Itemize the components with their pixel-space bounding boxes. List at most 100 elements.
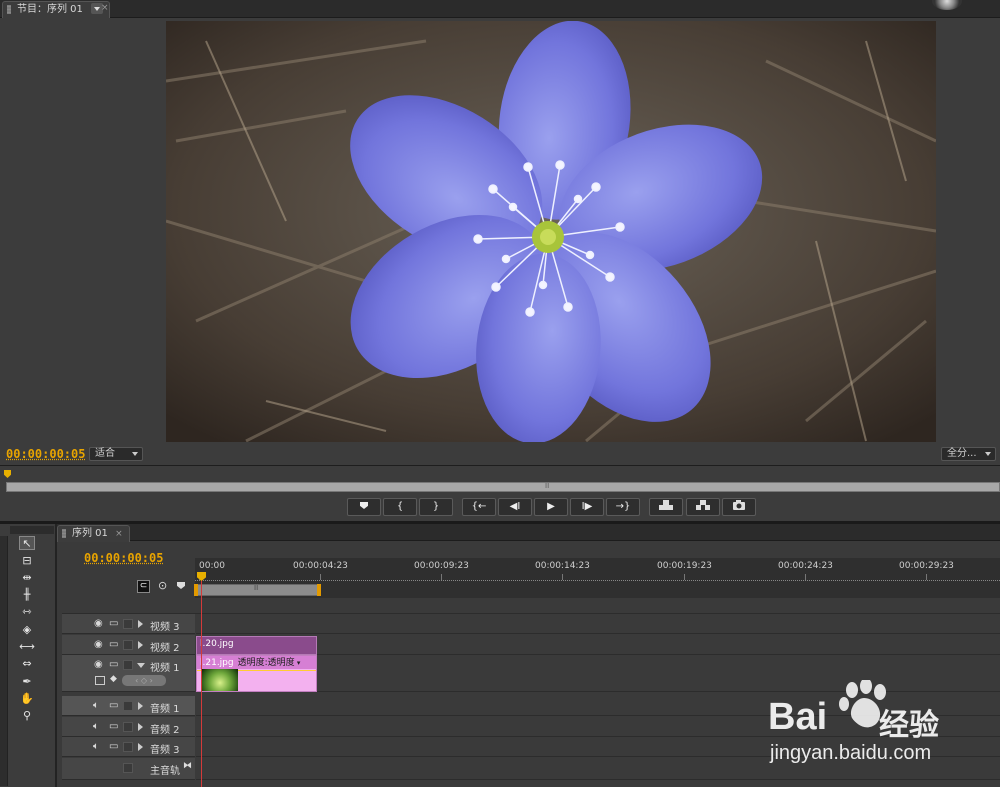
display-style-icon[interactable] [95,676,105,685]
lock-toggle[interactable] [123,742,133,752]
chevron-down-icon[interactable]: ▾ [295,659,301,667]
baidu-jingyan-watermark: Bai 经验 jingyan.baidu.com [766,678,996,770]
hand-tool-icon[interactable]: ✋ [19,692,35,706]
go-to-out-icon: →} [615,501,631,512]
fit-dropdown[interactable]: 适合 [89,447,143,461]
keyframe-nav-control[interactable]: ‹ ◇ › [122,675,166,686]
fit-dropdown-label: 适合 [95,448,115,459]
step-forward-icon: I▶ [581,501,593,512]
track-header-audio-2[interactable]: 🔈︎ ▭ 音频 2 [62,717,195,737]
step-back-button[interactable]: ◀I [498,498,532,516]
master-output-icon[interactable]: ⧓ [183,761,192,771]
ripple-edit-tool-icon[interactable]: ⇹ [19,571,35,585]
track-name: 主音轨 [150,766,180,777]
track-lane-video-3[interactable] [196,614,1000,634]
razor-tool-icon[interactable]: ◈ [19,623,35,637]
speaker-icon[interactable]: 🔈︎ [93,700,99,712]
grip-icon[interactable] [62,529,66,538]
pen-tool-icon[interactable]: ✒ [19,675,35,689]
clip-video-2[interactable]: l.20.jpg [196,636,317,655]
tab-sequence-01[interactable]: 序列 01 × [57,525,130,542]
clip-video-1[interactable]: l.21.jpg 透明度:透明度 ▾ [196,655,317,692]
lock-toggle[interactable] [123,640,133,650]
program-scrub-bar[interactable]: II [6,482,1000,492]
ruler-label: 00:00 [199,561,225,571]
add-marker-button[interactable] [347,498,381,516]
mark-in-button[interactable]: { [383,498,417,516]
collapse-triangle-icon[interactable] [137,663,145,668]
lock-toggle[interactable] [123,763,133,773]
speaker-icon[interactable]: 🔈︎ [93,721,99,733]
track-select-tool-icon[interactable]: ⊟ [19,554,35,568]
watermark-url: jingyan.baidu.com [770,742,932,764]
work-area-start-handle[interactable] [194,584,198,596]
extract-icon [696,500,710,510]
lock-toggle[interactable] [123,619,133,629]
eye-icon[interactable]: ◉ [94,659,103,671]
selection-tool-icon[interactable]: ↖ [19,536,35,550]
track-header-video-3[interactable]: ◉ ▭ 视频 3 [62,614,195,634]
lift-icon [659,500,673,510]
step-forward-button[interactable]: I▶ [570,498,604,516]
track-header-video-2[interactable]: ◉ ▭ 视频 2 [62,635,195,655]
chevron-down-icon [985,452,991,456]
track-header-audio-3[interactable]: 🔈︎ ▭ 音频 3 [62,737,195,757]
marker-icon [360,502,368,509]
film-icon: ▭ [109,618,119,629]
clip-name: l.21.jpg [200,658,234,668]
tab-program-monitor[interactable]: 节目：序列 01 [2,1,111,18]
expand-triangle-icon[interactable] [138,641,143,649]
go-to-out-button[interactable]: →} [606,498,640,516]
rolling-edit-tool-icon[interactable]: ╫ [19,588,35,602]
slip-tool-icon[interactable]: ⟷ [19,640,35,654]
clip-name: l.20.jpg [200,639,234,649]
watermark-brand-cn: 经验 [879,708,939,743]
rate-stretch-tool-icon[interactable]: ⇿ [19,605,35,619]
track-name: 视频 2 [150,643,180,654]
track-header-master[interactable]: 主音轨 ⧓ [62,758,195,780]
work-area-center-marker: II [254,584,259,592]
timeline-playhead-line[interactable] [201,574,202,787]
work-area-bar[interactable]: II [194,584,321,596]
extract-button[interactable] [686,498,720,516]
tools-panel-edge [0,536,8,786]
program-timecode[interactable]: 00:00:00:05 [6,447,85,461]
eye-icon[interactable]: ◉ [94,639,103,651]
expand-triangle-icon[interactable] [138,743,143,751]
expand-triangle-icon[interactable] [138,723,143,731]
track-header-video-1[interactable]: ◉ ▭ 视频 1 ◆ ‹ ◇ › [62,655,195,692]
export-frame-button[interactable] [722,498,756,516]
track-header-audio-1[interactable]: 🔈︎ ▭ 音频 1 [62,696,195,716]
sequence-timecode[interactable]: 00:00:00:05 [84,551,163,565]
ruler-dotline [195,580,1000,581]
program-tabbar: 节目：序列 01 × [0,0,1000,18]
zoom-tool-icon[interactable]: ⚲ [19,709,35,723]
go-to-in-icon: {← [471,501,487,512]
slide-tool-icon[interactable]: ⇔ [19,657,35,671]
lift-button[interactable] [649,498,683,516]
speaker-icon[interactable]: 🔈︎ [93,741,99,753]
mark-out-button[interactable]: } [419,498,453,516]
program-video-frame [166,21,936,442]
set-marker-icon[interactable]: ⊙ [158,579,167,592]
work-area-end-handle[interactable] [317,584,321,596]
tab-sequence-label: 序列 01 [72,528,108,539]
mark-in-icon: { [396,501,404,512]
ruler-label: 00:00:29:23 [899,561,954,571]
playback-resolution-dropdown[interactable]: 全分... [941,447,996,461]
expand-triangle-icon[interactable] [138,620,143,628]
ruler-label: 00:00:24:23 [778,561,833,571]
lock-toggle[interactable] [123,722,133,732]
grip-icon[interactable] [7,5,11,14]
eye-icon[interactable]: ◉ [94,618,103,630]
expand-triangle-icon[interactable] [138,702,143,710]
play-button[interactable]: ▶ [534,498,568,516]
close-icon[interactable]: × [101,3,109,13]
keyframe-icon[interactable]: ◆ [110,674,117,684]
lock-toggle[interactable] [123,660,133,670]
effect-selector[interactable]: 透明度:透明度 [238,658,295,668]
go-to-in-button[interactable]: {← [462,498,496,516]
lock-toggle[interactable] [123,701,133,711]
close-icon[interactable]: × [115,529,123,539]
snap-icon[interactable]: ⊂ [137,580,150,593]
